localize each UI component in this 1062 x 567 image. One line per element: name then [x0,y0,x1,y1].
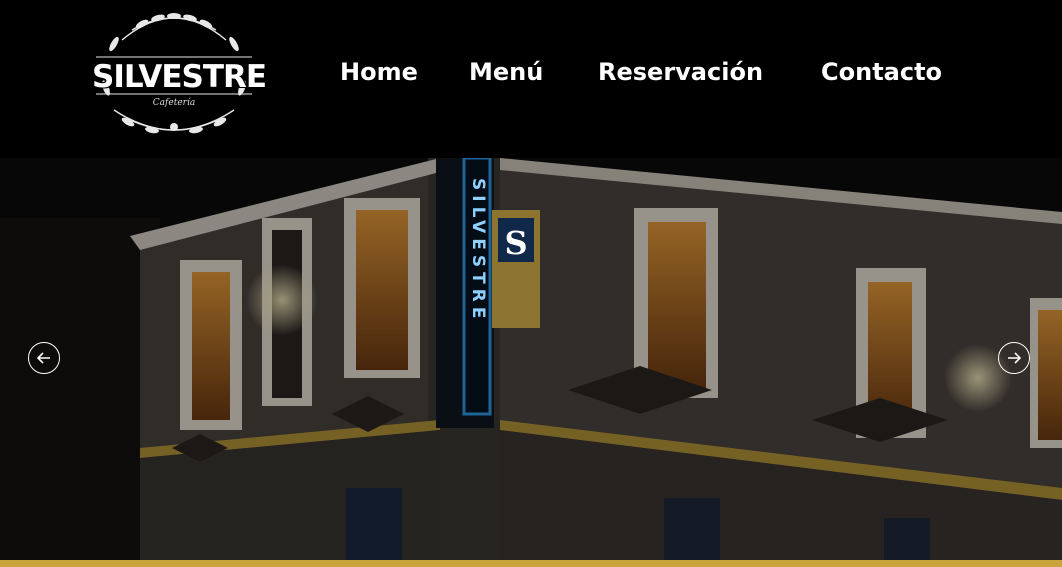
main-nav: Home Menú Reservación Contacto [0,58,1062,92]
slider-prev-button[interactable] [28,342,60,374]
nav-contact-link[interactable]: Contacto [821,58,942,86]
nav-home-link[interactable]: Home [340,58,418,86]
nav-reservation-link[interactable]: Reservación [598,58,763,86]
hero-slider: SILVESTRE S [0,158,1062,560]
site-header: SILVESTRE Cafetería Home Menú Reservació… [0,0,1062,158]
nav-menu-link[interactable]: Menú [469,58,543,86]
brand-subtitle: Cafetería [152,98,196,108]
slider-next-button[interactable] [998,342,1030,374]
cafe-facade-image: SILVESTRE S [0,158,1062,560]
sign-badge-letter: S [504,224,527,262]
arrow-right-icon [1008,352,1022,364]
neon-sign-text: SILVESTRE [468,178,488,323]
arrow-left-icon [36,352,50,364]
gold-divider [0,560,1062,567]
